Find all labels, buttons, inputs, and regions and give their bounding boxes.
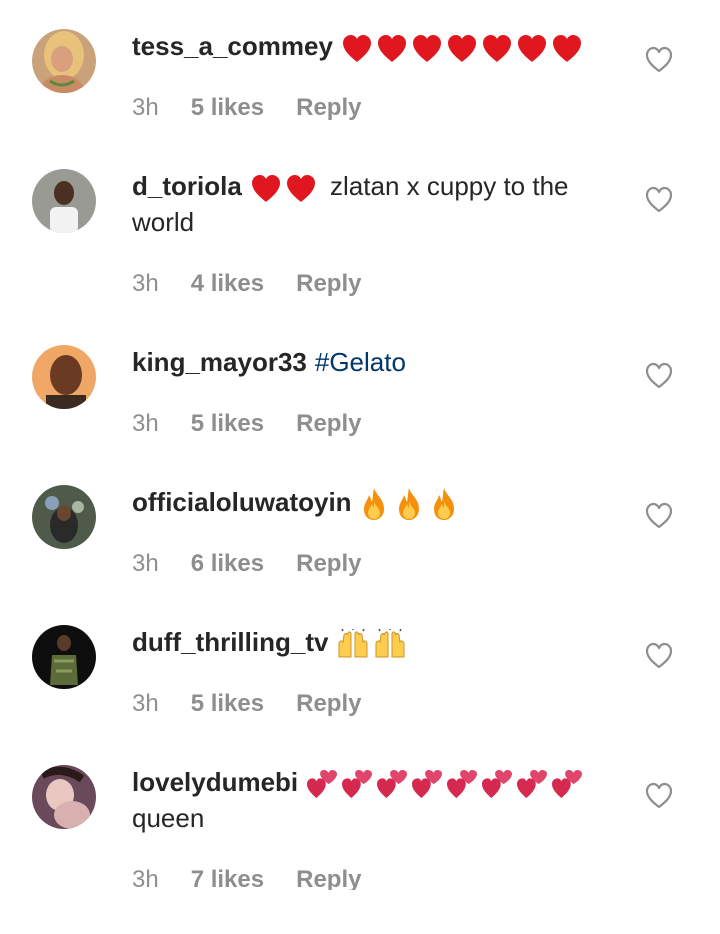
- raising-hands-emoji: [336, 629, 370, 659]
- comment-meta: 3h 5 likes Reply: [132, 410, 361, 438]
- likes-count[interactable]: 7 likes: [191, 866, 264, 890]
- heart-emoji-group: [341, 33, 583, 63]
- username[interactable]: tess_a_commey: [132, 31, 333, 61]
- username[interactable]: officialoluwatoyin: [132, 487, 352, 517]
- fire-emoji: [395, 487, 423, 521]
- avatar[interactable]: [32, 29, 96, 93]
- red-heart-emoji: [376, 33, 408, 63]
- red-heart-emoji: [250, 173, 282, 203]
- reply-button[interactable]: Reply: [296, 690, 361, 718]
- avatar[interactable]: [32, 625, 96, 689]
- comment-text: duff_thrilling_tv: [132, 624, 602, 660]
- timestamp: 3h: [132, 866, 159, 890]
- comment-text: d_toriola zlatan x cuppy to the world: [132, 168, 602, 240]
- red-heart-emoji: [446, 33, 478, 63]
- comment-meta: 3h 5 likes Reply: [132, 690, 361, 718]
- like-button[interactable]: [644, 361, 674, 389]
- timestamp: 3h: [132, 550, 159, 577]
- likes-count[interactable]: 5 likes: [191, 690, 264, 718]
- comment-text: tess_a_commey: [132, 28, 602, 64]
- comment-message: queen: [132, 803, 205, 833]
- avatar[interactable]: [32, 765, 96, 829]
- like-button[interactable]: [644, 641, 674, 669]
- heart-outline-icon: [644, 641, 674, 669]
- likes-count[interactable]: 6 likes: [191, 550, 264, 578]
- red-heart-emoji: [516, 33, 548, 63]
- red-heart-emoji: [341, 33, 373, 63]
- red-heart-emoji: [411, 33, 443, 63]
- avatar[interactable]: [32, 485, 96, 549]
- heart-outline-icon: [644, 361, 674, 389]
- two-hearts-emoji: [446, 769, 478, 799]
- comment-meta-clipped: 3h 7 likes Reply: [0, 866, 720, 890]
- timestamp: 3h: [132, 270, 159, 297]
- comment-meta: 3h 6 likes Reply: [132, 550, 361, 578]
- red-heart-emoji: [551, 33, 583, 63]
- username[interactable]: lovelydumebi: [132, 767, 298, 797]
- heart-outline-icon: [644, 185, 674, 213]
- comment-text: king_mayor33 #Gelato: [132, 344, 602, 380]
- hashtag-link[interactable]: #Gelato: [315, 347, 406, 377]
- timestamp: 3h: [132, 94, 159, 121]
- two-hearts-emoji: [341, 769, 373, 799]
- red-heart-emoji: [481, 33, 513, 63]
- username[interactable]: king_mayor33: [132, 347, 307, 377]
- timestamp: 3h: [132, 690, 159, 717]
- two-hearts-emoji: [551, 769, 583, 799]
- likes-count[interactable]: 5 likes: [191, 94, 264, 122]
- timestamp: 3h: [132, 410, 159, 437]
- like-button[interactable]: [644, 45, 674, 73]
- username[interactable]: duff_thrilling_tv: [132, 627, 328, 657]
- comment-meta: 3h 5 likes Reply: [132, 94, 361, 122]
- fire-emoji: [430, 487, 458, 521]
- fire-emoji-group: [360, 487, 458, 521]
- avatar[interactable]: [32, 345, 96, 409]
- comment-text: lovelydumebi queen: [132, 764, 602, 836]
- raising-hands-emoji-group: [336, 629, 407, 659]
- comment-text: officialoluwatoyin: [132, 484, 602, 521]
- red-heart-emoji: [285, 173, 317, 203]
- like-button[interactable]: [644, 185, 674, 213]
- likes-count[interactable]: 4 likes: [191, 270, 264, 298]
- reply-button[interactable]: Reply: [296, 866, 361, 890]
- comment-meta: 3h 4 likes Reply: [132, 270, 361, 298]
- like-button[interactable]: [644, 501, 674, 529]
- heart-outline-icon: [644, 781, 674, 809]
- heart-emoji-group: [250, 173, 317, 203]
- username[interactable]: d_toriola: [132, 171, 242, 201]
- likes-count[interactable]: 5 likes: [191, 410, 264, 438]
- two-hearts-emoji: [411, 769, 443, 799]
- two-hearts-emoji: [516, 769, 548, 799]
- two-hearts-emoji: [376, 769, 408, 799]
- two-hearts-emoji: [481, 769, 513, 799]
- heart-outline-icon: [644, 501, 674, 529]
- two-hearts-emoji: [306, 769, 338, 799]
- reply-button[interactable]: Reply: [296, 94, 361, 122]
- fire-emoji: [360, 487, 388, 521]
- like-button[interactable]: [644, 781, 674, 809]
- comment-meta: 3h 7 likes Reply: [132, 866, 361, 890]
- heart-outline-icon: [644, 45, 674, 73]
- raising-hands-emoji: [373, 629, 407, 659]
- reply-button[interactable]: Reply: [296, 550, 361, 578]
- avatar[interactable]: [32, 169, 96, 233]
- reply-button[interactable]: Reply: [296, 410, 361, 438]
- reply-button[interactable]: Reply: [296, 270, 361, 298]
- two-hearts-emoji-group: [306, 769, 583, 799]
